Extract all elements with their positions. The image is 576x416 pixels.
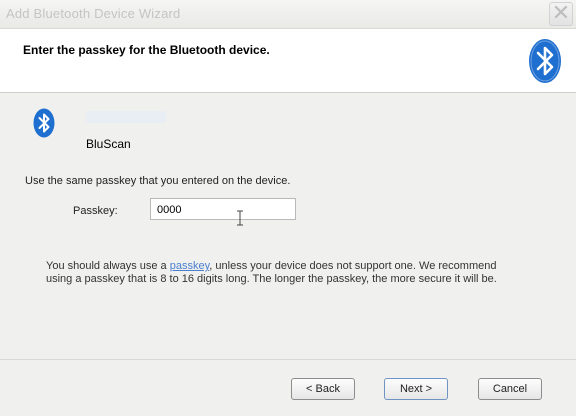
instruction-text: Use the same passkey that you entered on… [25, 175, 291, 187]
passkey-label: Passkey: [73, 205, 118, 217]
wizard-body: BluScan Use the same passkey that you en… [0, 93, 576, 359]
next-button[interactable]: Next > [384, 378, 448, 400]
window-title: Add Bluetooth Device Wizard [6, 6, 181, 21]
close-icon: ✕ [551, 0, 571, 25]
note-text-start: You should always use a [46, 260, 170, 272]
wizard-footer: < Back Next > Cancel [0, 359, 576, 416]
passkey-recommendation: You should always use a passkey, unless … [46, 260, 516, 286]
page-title: Enter the passkey for the Bluetooth devi… [23, 43, 270, 57]
cancel-button[interactable]: Cancel [478, 378, 542, 400]
device-name: BluScan [86, 137, 131, 151]
wizard-header: Enter the passkey for the Bluetooth devi… [0, 29, 576, 93]
bluetooth-icon [529, 39, 561, 83]
back-button[interactable]: < Back [291, 378, 355, 400]
device-address-redacted [86, 111, 166, 123]
text-cursor-icon [237, 210, 243, 226]
wizard-window: Add Bluetooth Device Wizard ✕ Enter the … [0, 0, 576, 416]
title-bar[interactable]: Add Bluetooth Device Wizard ✕ [0, 0, 576, 29]
passkey-input[interactable] [150, 198, 296, 220]
close-button[interactable]: ✕ [549, 2, 573, 26]
passkey-help-link[interactable]: passkey [170, 260, 210, 272]
bluetooth-icon [33, 108, 55, 138]
